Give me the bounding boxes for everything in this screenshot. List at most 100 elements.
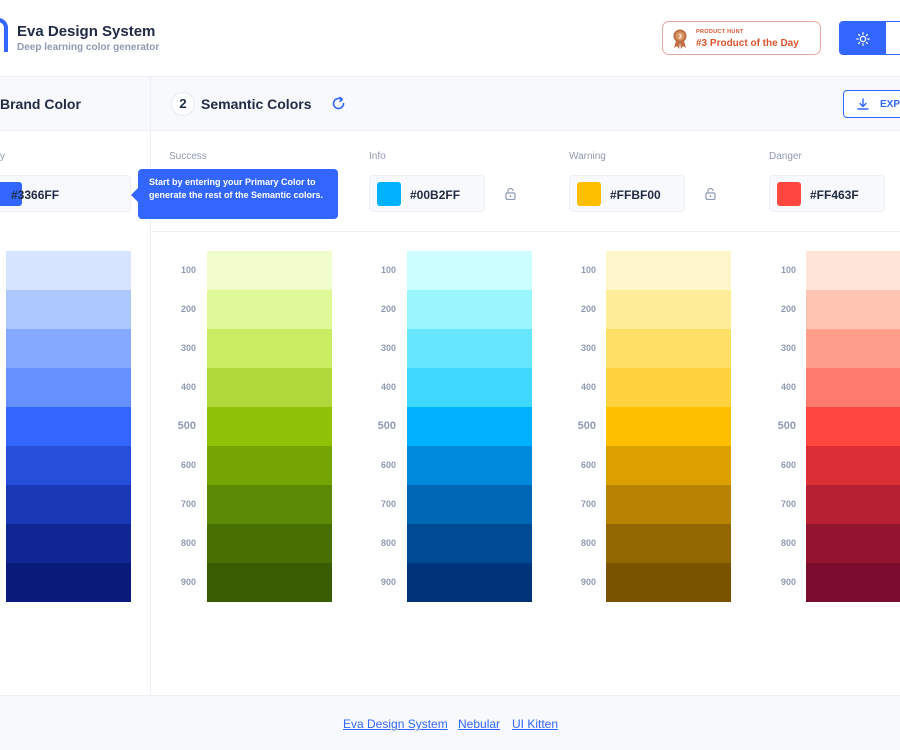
success-shade-800[interactable]: [207, 524, 332, 563]
success-shade-100[interactable]: [207, 251, 332, 290]
shade-label: 200: [580, 304, 596, 314]
shade-label: 800: [380, 538, 396, 548]
primary-palette: [6, 251, 131, 602]
warning-shade-900[interactable]: [606, 563, 731, 602]
footer-link-eva[interactable]: Eva Design System: [343, 717, 448, 731]
info-shade-300[interactable]: [407, 329, 532, 368]
shade-label: 200: [380, 304, 396, 314]
warning-shade-600[interactable]: [606, 446, 731, 485]
warning-label: Warning: [569, 151, 606, 162]
primary-shade-400[interactable]: [6, 368, 131, 407]
shade-label: 400: [780, 382, 796, 392]
primary-shade-700[interactable]: [6, 485, 131, 524]
primary-label: y: [0, 151, 5, 162]
info-shade-labels: 100 200 300 400 500 600 700 800 900: [366, 251, 396, 602]
info-shade-400[interactable]: [407, 368, 532, 407]
primary-shade-100[interactable]: [6, 251, 131, 290]
app-subtitle: Deep learning color generator: [17, 42, 160, 53]
warning-hex: #FFBF00: [610, 188, 661, 202]
lock-icon[interactable]: [705, 187, 716, 200]
info-swatch[interactable]: [377, 182, 401, 206]
shade-label: 200: [180, 304, 196, 314]
info-shade-900[interactable]: [407, 563, 532, 602]
danger-shade-800[interactable]: [806, 524, 900, 563]
shade-label: 500: [777, 420, 796, 432]
badge-title: #3 Product of the Day: [696, 38, 799, 49]
shade-label: 200: [780, 304, 796, 314]
footer: Eva Design System Nebular UI Kitten: [0, 695, 900, 750]
warning-shade-100[interactable]: [606, 251, 731, 290]
primary-color-tooltip: Start by entering your Primary Color to …: [138, 169, 338, 219]
danger-swatch[interactable]: [777, 182, 801, 206]
success-label: Success: [169, 151, 207, 162]
refresh-icon[interactable]: [331, 96, 346, 111]
logo-icon[interactable]: [0, 18, 8, 54]
success-shade-labels: 100 200 300 400 500 600 700 800 900: [166, 251, 196, 602]
info-hex: #00B2FF: [410, 188, 461, 202]
info-shade-600[interactable]: [407, 446, 532, 485]
shade-label: 300: [780, 343, 796, 353]
shade-label: 700: [180, 499, 196, 509]
shade-label: 400: [580, 382, 596, 392]
shade-label: 400: [180, 382, 196, 392]
shade-label: 700: [580, 499, 596, 509]
warning-shade-300[interactable]: [606, 329, 731, 368]
success-shade-600[interactable]: [207, 446, 332, 485]
danger-color-input[interactable]: #FF463F: [769, 175, 885, 212]
danger-shade-200[interactable]: [806, 290, 900, 329]
primary-shade-600[interactable]: [6, 446, 131, 485]
info-shade-800[interactable]: [407, 524, 532, 563]
theme-toggle[interactable]: [839, 21, 900, 55]
primary-shade-200[interactable]: [6, 290, 131, 329]
warning-shade-800[interactable]: [606, 524, 731, 563]
light-theme-button[interactable]: [840, 22, 886, 54]
primary-shade-900[interactable]: [6, 563, 131, 602]
info-label: Info: [369, 151, 386, 162]
warning-shade-200[interactable]: [606, 290, 731, 329]
warning-color-input[interactable]: #FFBF00: [569, 175, 685, 212]
shade-label: 900: [780, 577, 796, 587]
lock-icon[interactable]: [505, 187, 516, 200]
warning-shade-500[interactable]: [606, 407, 731, 446]
tooltip-text: Start by entering your Primary Color to …: [149, 177, 324, 200]
primary-hex: #3366FF: [11, 188, 60, 202]
primary-shade-300[interactable]: [6, 329, 131, 368]
danger-shade-600[interactable]: [806, 446, 900, 485]
warning-palette: [606, 251, 731, 602]
export-label: EXPO: [880, 99, 900, 110]
warning-swatch[interactable]: [577, 182, 601, 206]
danger-shade-300[interactable]: [806, 329, 900, 368]
primary-shade-500[interactable]: [6, 407, 131, 446]
info-color-input[interactable]: #00B2FF: [369, 175, 485, 212]
danger-shade-100[interactable]: [806, 251, 900, 290]
inputs-divider: [150, 231, 900, 232]
danger-shade-400[interactable]: [806, 368, 900, 407]
shade-label: 600: [580, 460, 596, 470]
danger-shade-500[interactable]: [806, 407, 900, 446]
warning-shade-400[interactable]: [606, 368, 731, 407]
shade-label: 500: [377, 420, 396, 432]
warning-shade-700[interactable]: [606, 485, 731, 524]
warning-shade-labels: 100 200 300 400 500 600 700 800 900: [566, 251, 596, 602]
export-button[interactable]: EXPO: [843, 90, 900, 118]
info-shade-500[interactable]: [407, 407, 532, 446]
success-shade-400[interactable]: [207, 368, 332, 407]
footer-link-ui-kitten[interactable]: UI Kitten: [512, 717, 558, 731]
section-bar: Brand Color 2 Semantic Colors EXPO: [0, 77, 900, 131]
success-shade-300[interactable]: [207, 329, 332, 368]
info-shade-100[interactable]: [407, 251, 532, 290]
footer-link-nebular[interactable]: Nebular: [458, 717, 500, 731]
danger-shade-700[interactable]: [806, 485, 900, 524]
product-hunt-badge[interactable]: 3 PRODUCT HUNT #3 Product of the Day: [662, 21, 821, 55]
primary-shade-800[interactable]: [6, 524, 131, 563]
shade-label: 700: [780, 499, 796, 509]
success-shade-700[interactable]: [207, 485, 332, 524]
success-shade-900[interactable]: [207, 563, 332, 602]
primary-color-input[interactable]: #3366FF: [0, 175, 131, 212]
success-shade-500[interactable]: [207, 407, 332, 446]
info-shade-200[interactable]: [407, 290, 532, 329]
danger-shade-900[interactable]: [806, 563, 900, 602]
success-shade-200[interactable]: [207, 290, 332, 329]
shade-label: 900: [180, 577, 196, 587]
info-shade-700[interactable]: [407, 485, 532, 524]
